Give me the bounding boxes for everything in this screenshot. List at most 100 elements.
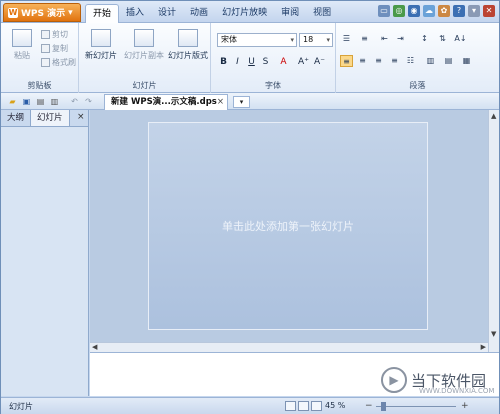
globe-icon[interactable]: ◉ [408,5,420,17]
watermark-logo-icon: ▶ [381,367,407,393]
app-menu-button[interactable]: W WPS 演示 ▾ [3,3,81,22]
format-painter-label: 格式刷 [52,58,76,67]
line-spacing-icon[interactable]: ↕ [418,33,431,45]
font-color-icon[interactable]: A [277,56,290,69]
horizontal-scrollbar[interactable]: ◀ ▶ [90,342,488,352]
slides-panel: 大纲 幻灯片 × [1,110,89,396]
watermark-url: WWW.DOWNXIA.COM [419,387,495,395]
align-right-icon[interactable]: ≡ [372,55,385,67]
indent-increase-icon[interactable]: ⇥ [394,33,407,45]
zoom-slider-thumb[interactable] [381,402,386,411]
print-icon[interactable]: ▤ [35,96,46,107]
grow-font-icon[interactable]: A⁺ [297,56,310,69]
bold-icon[interactable]: B [217,56,230,69]
indent-decrease-icon[interactable]: ⇤ [378,33,391,45]
close-icon[interactable]: × [217,95,224,110]
slideshow-view-icon[interactable] [311,401,322,411]
copy-button[interactable]: 复制 [41,43,68,54]
sync-icon[interactable]: ◎ [393,5,405,17]
app-window: W WPS 演示 ▾ 开始 插入 设计 动画 幻灯片放映 审阅 视图 ▭ ◎ ◉… [0,0,500,414]
columns-icon[interactable]: ▥ [424,55,437,67]
cut-button[interactable]: 剪切 [41,29,68,40]
title-bar: W WPS 演示 ▾ 开始 插入 设计 动画 幻灯片放映 审阅 视图 ▭ ◎ ◉… [1,1,499,23]
justify-icon[interactable]: ≡ [388,55,401,67]
clipboard-group: 粘贴 剪切 复制 格式刷 剪贴板 [1,23,79,93]
wps-logo-icon: W [8,7,18,18]
font-size-select[interactable]: 18 ▾ [299,33,333,47]
distribute-icon[interactable]: ☷ [404,55,417,67]
tab-view[interactable]: 视图 [306,4,338,23]
clipboard-group-label: 剪贴板 [27,81,52,90]
align-text-icon[interactable]: ▤ [442,55,455,67]
open-folder-icon[interactable]: ▰ [7,96,18,107]
slide-copy-label: 幻灯片副本 [124,51,164,60]
align-left-icon[interactable]: ≡ [340,55,353,67]
font-name-select[interactable]: 宋体 ▾ [217,33,297,47]
preview-icon[interactable]: ▥ [49,96,60,107]
slides-group: 新幻灯片 幻灯片副本 幻灯片版式 幻灯片 [79,23,211,93]
copy-label: 复制 [52,44,68,53]
cloud-icon[interactable]: ☁ [423,5,435,17]
brush-icon [41,58,50,67]
zoom-out-icon[interactable]: − [365,401,373,411]
add-slide-placeholder[interactable]: 单击此处添加第一张幻灯片 [149,218,427,234]
sorter-view-icon[interactable] [298,401,309,411]
slide-layout-button[interactable]: 幻灯片版式 [167,29,209,61]
numbering-icon[interactable]: ≡ [358,33,371,45]
new-tab-button[interactable]: ▾ [233,96,250,108]
title-icons: ▭ ◎ ◉ ☁ ✿ ? ▾ ✕ [378,5,495,17]
chevron-down-icon: ▾ [290,36,294,44]
smartart-icon[interactable]: ▦ [460,55,473,67]
paragraph-group-label: 段落 [409,81,426,90]
redo-icon[interactable]: ↷ [83,96,94,107]
zoom-level: 45 % [325,401,346,410]
save-icon[interactable]: ▣ [21,96,32,107]
font-group: 宋体 ▾ 18 ▾ B I U S A A⁺ A⁻ 字体 [211,23,336,93]
chevron-down-icon: ▾ [326,36,330,44]
new-slide-label: 新幻灯片 [85,51,117,60]
tab-home[interactable]: 开始 [85,4,120,23]
slide-layout-label: 幻灯片版式 [168,51,208,60]
italic-icon[interactable]: I [231,56,244,69]
new-slide-button[interactable]: 新幻灯片 [83,29,119,61]
vertical-scrollbar[interactable]: ▲ ▼ [488,110,499,352]
underline-icon[interactable]: U [245,56,258,69]
window-icon[interactable]: ▭ [378,5,390,17]
shrink-font-icon[interactable]: A⁻ [313,56,326,69]
chevron-down-icon[interactable]: ▾ [468,5,480,17]
format-painter-button[interactable]: 格式刷 [41,57,76,68]
slide-copy-button[interactable]: 幻灯片副本 [123,29,165,61]
zoom-slider-track[interactable] [376,406,456,407]
tab-outline[interactable]: 大纲 [1,110,30,126]
status-bar: 幻灯片 45 % − + [1,397,499,414]
zoom-in-icon[interactable]: + [461,401,469,411]
scroll-up-icon[interactable]: ▲ [491,112,496,120]
tab-animation[interactable]: 动画 [183,4,215,23]
help-icon[interactable]: ? [453,5,465,17]
document-tab[interactable]: 新建 WPS演...示文稿.dps × [104,94,228,110]
skin-icon[interactable]: ✿ [438,5,450,17]
scroll-left-icon[interactable]: ◀ [92,343,97,351]
tab-slides[interactable]: 幻灯片 [30,110,70,126]
tab-design[interactable]: 设计 [151,4,183,23]
ribbon-tabs: 开始 插入 设计 动画 幻灯片放映 审阅 视图 [85,4,338,23]
tab-slideshow[interactable]: 幻灯片放映 [215,4,274,23]
paste-button[interactable]: 粘贴 [9,29,35,61]
undo-icon[interactable]: ↶ [69,96,80,107]
tab-review[interactable]: 审阅 [274,4,306,23]
close-icon[interactable]: × [77,112,85,122]
quick-access-toolbar: ▰ ▣ ▤ ▥ ↶ ↷ 新建 WPS演...示文稿.dps × ▾ [1,93,499,110]
scroll-down-icon[interactable]: ▼ [491,330,496,338]
close-icon[interactable]: ✕ [483,5,495,17]
slide-canvas[interactable]: 单击此处添加第一张幻灯片 [148,122,428,330]
tab-insert[interactable]: 插入 [119,4,151,23]
sort-icon[interactable]: ⇅ [436,33,449,45]
cut-label: 剪切 [52,30,68,39]
normal-view-icon[interactable] [285,401,296,411]
scroll-right-icon[interactable]: ▶ [481,343,486,351]
text-direction-icon[interactable]: A↓ [454,33,467,45]
bullets-icon[interactable]: ☰ [340,33,353,45]
strikethrough-icon[interactable]: S [259,56,272,69]
align-center-icon[interactable]: ≡ [356,55,369,67]
app-name: WPS 演示 [21,9,66,19]
